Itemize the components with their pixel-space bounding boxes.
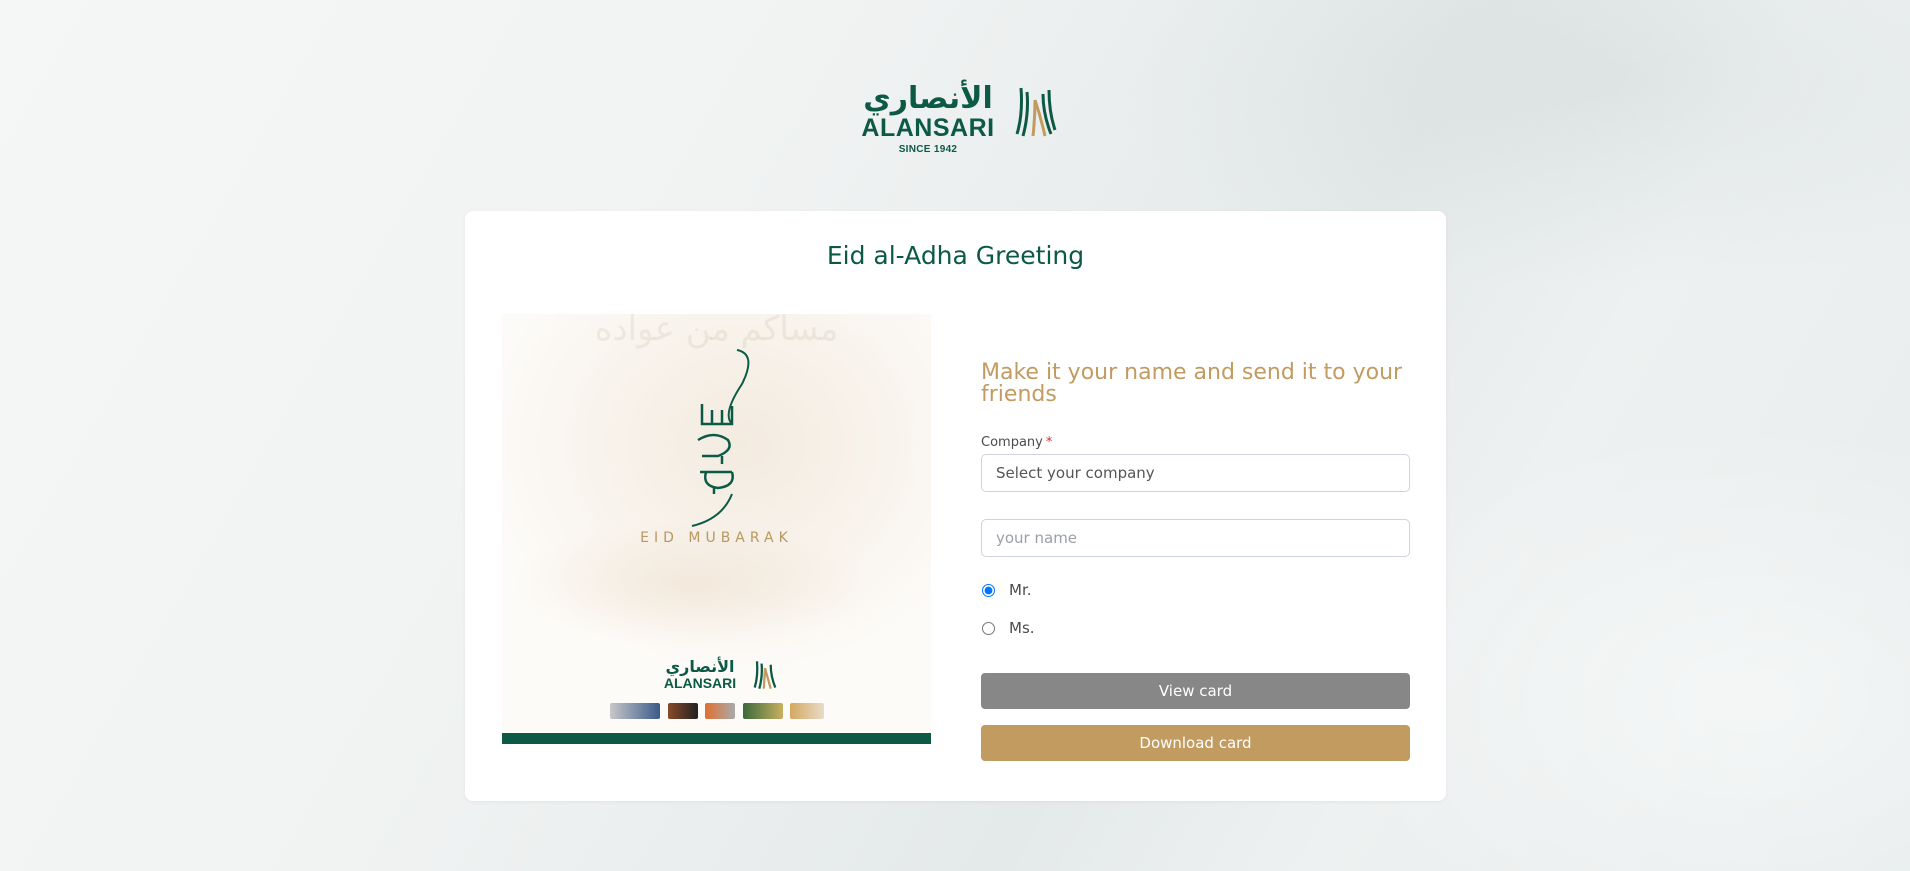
company-label: Company * <box>981 435 1052 450</box>
radio-ms-label: Ms. <box>1009 619 1035 637</box>
company-select[interactable]: Select your company <box>981 454 1410 492</box>
radio-mr[interactable] <box>982 583 995 597</box>
title-option-mr[interactable]: Mr. <box>981 581 1032 599</box>
radio-mr-label: Mr. <box>1009 581 1032 599</box>
card-alansari-logo: الأنصاري ALANSARI <box>652 657 792 693</box>
logo-since-text: SINCE 1942 <box>898 144 958 155</box>
form-heading: Make it your name and send it to your fr… <box>981 360 1403 407</box>
arabic-watermark: مساكم من عواده <box>594 314 839 349</box>
logo-brand-name: ALANSARI <box>861 114 995 142</box>
partner-logos-strip <box>610 700 824 722</box>
logo-arabic-text: الأنصاري <box>863 81 993 116</box>
eid-greeting-card-preview: مساكم من عواده EID MUBARAK الأنصاري ALAN… <box>502 314 931 744</box>
alansari-emblem-icon <box>1015 87 1057 137</box>
alansari-logo: الأنصاري ALANSARI SINCE 1942 <box>855 81 1065 158</box>
required-marker: * <box>1045 435 1053 450</box>
card-bottom-bar <box>502 733 931 744</box>
card-emblem-icon <box>753 661 777 690</box>
eid-mubarak-text: EID MUBARAK <box>640 530 793 546</box>
partner-logo <box>790 703 824 719</box>
page-title: Eid al-Adha Greeting <box>826 241 1085 270</box>
company-select-value: Select your company <box>996 464 1155 482</box>
card-logo-brand-name: ALANSARI <box>663 675 737 691</box>
partner-logo <box>705 703 735 719</box>
greeting-card-panel: Eid al-Adha Greeting مساكم من عواده EID … <box>465 211 1446 801</box>
card-logo-arabic-text: الأنصاري <box>665 657 735 676</box>
radio-ms[interactable] <box>982 621 995 635</box>
partner-logo <box>742 703 783 719</box>
download-card-button[interactable]: Download card <box>981 725 1410 761</box>
arabic-calligraphy-art <box>691 349 750 527</box>
company-label-text: Company <box>981 435 1043 450</box>
partner-logo <box>610 703 660 719</box>
view-card-button[interactable]: View card <box>981 673 1410 709</box>
name-input[interactable] <box>981 519 1410 557</box>
title-option-ms[interactable]: Ms. <box>981 619 1035 637</box>
partner-logo <box>667 703 698 719</box>
